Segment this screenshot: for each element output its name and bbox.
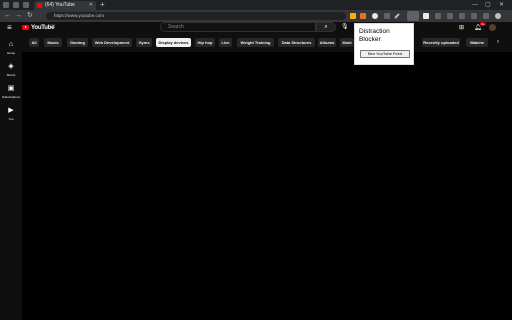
extension-yellow-icon[interactable] [350, 13, 356, 19]
search-input[interactable]: Search [160, 22, 316, 32]
chip-display-devices[interactable]: Display devices [156, 38, 191, 47]
address-bar[interactable]: https://www.youtube.com [46, 12, 346, 20]
distraction-blocker-popup: Distraction Blocker Blur YouTube Feed [354, 23, 414, 65]
sidebar-item-label: You [8, 117, 14, 121]
tab-close-icon[interactable]: ✕ [89, 2, 93, 9]
chip-all[interactable]: All [29, 38, 39, 47]
chip-music[interactable]: Music [44, 38, 62, 47]
history-icon[interactable] [459, 13, 465, 19]
sidebar-item-label: Subscriptions [1, 95, 20, 99]
search-button[interactable]: ⌕ [316, 22, 336, 32]
chip-mobile[interactable]: Mobi [340, 38, 354, 47]
forward-arrow-icon[interactable]: → [15, 10, 22, 22]
chip-hip-hop[interactable]: Hip hop [195, 38, 215, 47]
workspaces-icon[interactable] [23, 2, 29, 8]
sidebar-item-subscriptions[interactable]: ▣ Subscriptions [0, 82, 22, 104]
address-bar-url: https://www.youtube.com [54, 13, 105, 18]
youtube-header: ≡ YouTube CA Search ⌕ 🎙︎ ⊞ 🔔︎ 9+ [0, 22, 512, 34]
browser-tab-strip: (64) YouTube ✕ + — ▢ ✕ [0, 0, 512, 10]
notification-count-badge: 9+ [480, 22, 486, 26]
chip-data-structures[interactable]: Data Structures [278, 38, 315, 47]
sidebar-toggle-icon[interactable] [435, 13, 441, 19]
search-placeholder: Search [168, 24, 184, 30]
chip-albums[interactable]: Albums [318, 38, 336, 47]
you-icon: ▶ [8, 107, 14, 114]
tab-title: (64) YouTube [45, 2, 75, 8]
sidebar-item-label: Shorts [6, 73, 16, 77]
filter-chips-bar: All Music Gaming Web Development Gyms Di… [22, 34, 512, 52]
youtube-country-code: CA [51, 23, 56, 27]
youtube-sidebar: ⌂ Home ◈ Shorts ▣ Subscriptions ▶ You [0, 34, 22, 320]
chevron-right-icon[interactable]: › [497, 38, 499, 47]
sidebar-item-label: Home [6, 51, 15, 55]
chip-live[interactable]: Live [219, 38, 232, 47]
chip-gaming[interactable]: Gaming [67, 38, 88, 47]
blur-feed-button[interactable]: Blur YouTube Feed [360, 50, 410, 58]
tab-youtube[interactable]: (64) YouTube ✕ [34, 1, 96, 10]
new-tab-button[interactable]: + [100, 0, 105, 10]
bookmarks-icon[interactable] [447, 13, 453, 19]
extension-orange-icon[interactable] [360, 13, 366, 19]
chip-gyms[interactable]: Gyms [136, 38, 152, 47]
chip-recently-uploaded[interactable]: Recently uploaded [422, 38, 460, 47]
browser-menu-icon[interactable] [3, 2, 9, 8]
microphone-icon[interactable]: 🎙︎ [341, 22, 349, 33]
minimize-button[interactable]: — [472, 0, 478, 10]
chip-weight-training[interactable]: Weight Training [237, 38, 274, 47]
youtube-play-icon [24, 26, 27, 28]
youtube-favicon-icon [37, 3, 42, 8]
tab-actions-icon[interactable] [13, 2, 19, 8]
sidebar-item-you[interactable]: ▶ You [0, 104, 22, 126]
settings-icon[interactable] [483, 13, 489, 19]
avatar[interactable] [489, 24, 496, 31]
maximize-button[interactable]: ▢ [485, 0, 491, 10]
browser-toolbar: ← → ↻ https://www.youtube.com [0, 10, 512, 22]
profile-icon[interactable] [495, 13, 501, 19]
reload-icon[interactable]: ↻ [27, 10, 33, 22]
back-arrow-icon[interactable]: ← [4, 10, 11, 22]
sidebar-item-home[interactable]: ⌂ Home [0, 38, 22, 60]
shorts-icon: ◈ [8, 63, 14, 70]
subscriptions-icon: ▣ [7, 85, 15, 92]
close-window-button[interactable]: ✕ [499, 0, 504, 10]
chip-web-development[interactable]: Web Development [92, 38, 132, 47]
extension-circle-icon[interactable] [372, 13, 378, 19]
popup-title: Distraction Blocker [359, 28, 390, 43]
extensions-puzzle-icon[interactable] [423, 13, 429, 19]
chip-watched[interactable]: Watche [466, 38, 488, 47]
distraction-blocker-extension-icon[interactable] [407, 11, 419, 21]
sidebar-item-shorts[interactable]: ◈ Shorts [0, 60, 22, 82]
hamburger-menu-icon[interactable]: ≡ [7, 22, 12, 34]
home-icon: ⌂ [8, 41, 14, 48]
downloads-icon[interactable] [471, 13, 477, 19]
create-video-icon[interactable]: ⊞ [459, 23, 464, 33]
extension-grey-icon[interactable] [384, 13, 390, 19]
search-icon: ⌕ [324, 24, 328, 30]
extension-pen-icon[interactable] [394, 13, 400, 19]
